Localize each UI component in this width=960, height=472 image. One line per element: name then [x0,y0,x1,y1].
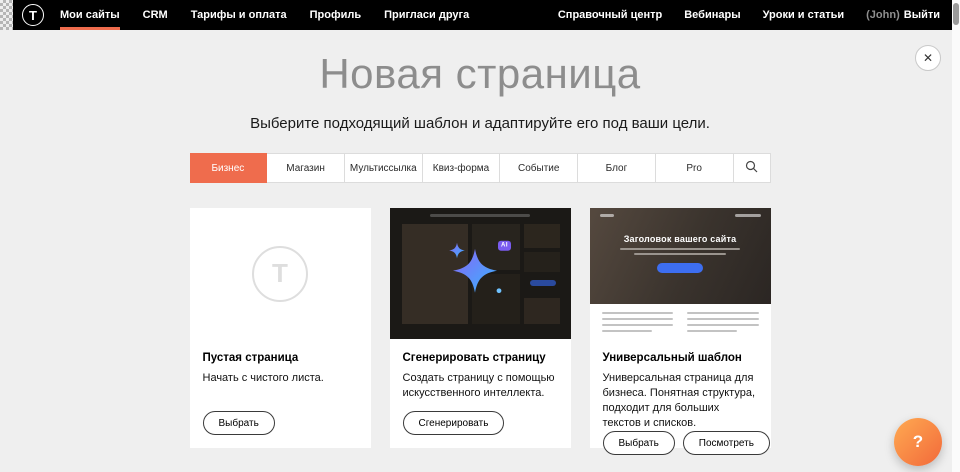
preview-text-column [602,312,674,336]
nav-item-profile[interactable]: Профиль [310,0,361,30]
choose-template-button[interactable]: Выбрать [603,431,675,455]
preview-cta-button [657,263,703,273]
card-body: Сгенерировать страницу Создать страницу … [390,339,571,448]
close-icon: ✕ [923,51,933,65]
question-icon: ? [913,432,923,452]
ai-sparkle-icon: AI [443,240,517,304]
generate-button[interactable]: Сгенерировать [403,411,505,435]
main-nav: Мои сайты CRM Тарифы и оплата Профиль Пр… [60,0,492,30]
tilda-logo[interactable]: T [22,4,44,26]
tilda-watermark-icon: T [252,246,308,302]
card-body: Пустая страница Начать с чистого листа. … [190,339,371,448]
scrollbar-thumb[interactable] [953,3,959,25]
ai-preview: AI [390,208,571,339]
tab-pro[interactable]: Pro [656,154,734,182]
template-cards-grid: T Пустая страница Начать с чистого листа… [190,208,771,472]
nav-item-my-sites[interactable]: Мои сайты [60,0,120,30]
nav-item-help-center[interactable]: Справочный центр [558,0,662,30]
preview-text-column [687,312,759,336]
card-title: Универсальный шаблон [603,352,758,364]
card-body: Универсальный шаблон Универсальная стран… [590,339,771,468]
card-actions: Выбрать Посмотреть [603,431,758,455]
template-category-tabs: Бизнес Магазин Мультиссылка Квиз-форма С… [190,153,771,183]
card-description: Универсальная страница для бизнеса. Поня… [603,371,758,431]
tab-event[interactable]: Событие [500,154,578,182]
ai-badge: AI [498,240,511,250]
preview-text-line [634,253,726,255]
card-universal-template: Заголовок вашего сайта [590,208,771,448]
nav-item-crm[interactable]: CRM [143,0,168,30]
topbar: T Мои сайты CRM Тарифы и оплата Профиль … [0,0,952,30]
logout-label: Выйти [904,9,940,21]
card-description: Создать страницу с помощью искусственног… [403,371,558,401]
card-actions: Выбрать [203,411,358,435]
tab-blog[interactable]: Блог [578,154,656,182]
user-name: (John) [866,9,900,21]
card-description: Начать с чистого листа. [203,371,358,386]
card-generate-ai: AI Сгенерировать страницу Создать страни… [390,208,571,448]
card-title: Сгенерировать страницу [403,352,558,364]
preview-menu-line [735,214,761,217]
tab-store[interactable]: Магазин [267,154,345,182]
new-page-dialog: Новая страница Выберите подходящий шабло… [190,0,771,472]
window-edge-pattern [0,0,13,30]
page-scrollbar[interactable] [952,0,960,472]
tab-multilink[interactable]: Мультиссылка [345,154,423,182]
tab-search[interactable] [734,154,770,182]
close-button[interactable]: ✕ [915,45,941,71]
choose-blank-button[interactable]: Выбрать [203,411,275,435]
nav-item-invite-friend[interactable]: Пригласи друга [384,0,469,30]
tab-quiz-form[interactable]: Квиз-форма [423,154,501,182]
secondary-nav: Справочный центр Вебинары Уроки и статьи… [536,0,940,30]
blank-page-preview: T [190,208,371,339]
page-title: Новая страница [190,50,771,98]
page-subtitle: Выберите подходящий шаблон и адаптируйте… [190,115,771,132]
help-button[interactable]: ? [894,418,942,466]
card-blank-page: T Пустая страница Начать с чистого листа… [190,208,371,448]
search-icon [745,160,758,176]
preview-text-line [620,248,740,250]
card-actions: Сгенерировать [403,411,558,435]
new-page-screen: T Мои сайты CRM Тарифы и оплата Профиль … [0,0,960,472]
preview-logo-line [600,214,614,217]
preview-template-button[interactable]: Посмотреть [683,431,770,455]
preview-hero: Заголовок вашего сайта [590,208,771,304]
nav-item-logout[interactable]: (John) Выйти [866,0,940,30]
nav-item-billing[interactable]: Тарифы и оплата [191,0,287,30]
card-title: Пустая страница [203,352,358,364]
nav-item-webinars[interactable]: Вебинары [684,0,740,30]
nav-item-lessons[interactable]: Уроки и статьи [763,0,845,30]
tab-business[interactable]: Бизнес [190,153,268,183]
template-preview: Заголовок вашего сайта [590,208,771,339]
preview-text-section [590,304,771,339]
